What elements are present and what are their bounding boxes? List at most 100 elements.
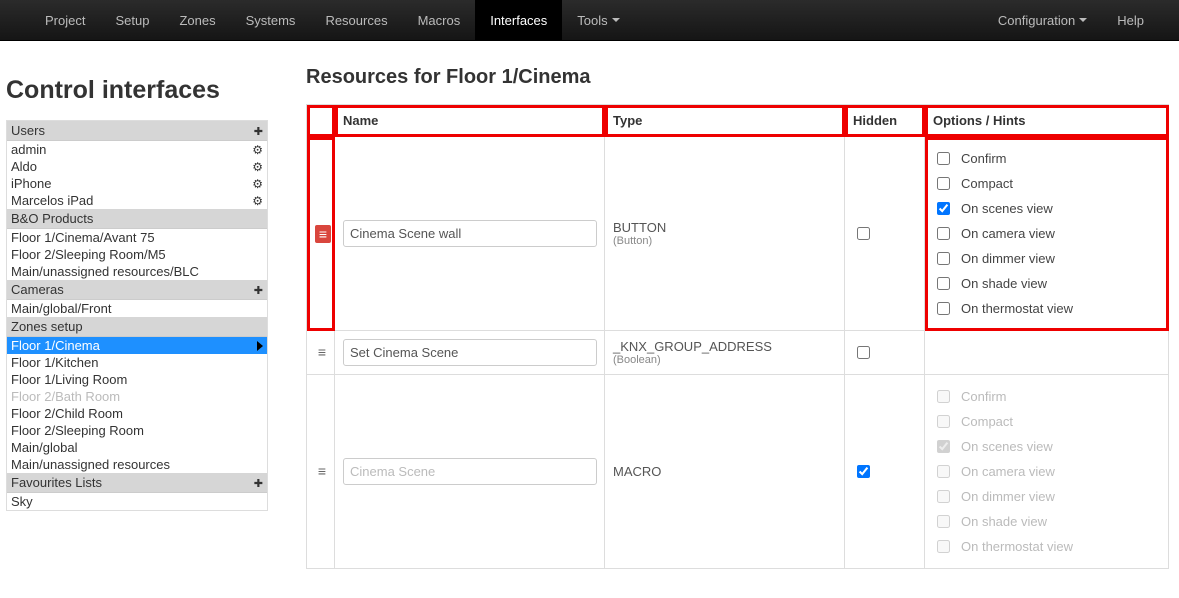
hidden-checkbox[interactable] — [857, 465, 870, 478]
option-checkbox — [937, 465, 950, 478]
option-checkbox[interactable] — [937, 302, 950, 315]
tree-section-header[interactable]: Cameras — [7, 280, 267, 300]
hidden-checkbox[interactable] — [857, 227, 870, 240]
arrow-right-icon — [257, 341, 263, 351]
option-label: On thermostat view — [961, 301, 1073, 316]
option-row[interactable]: On camera view — [933, 224, 1160, 243]
gear-icon[interactable] — [252, 176, 263, 191]
nav-item-label: Zones — [179, 13, 215, 28]
option-checkbox[interactable] — [937, 202, 950, 215]
nav-item-systems[interactable]: Systems — [231, 0, 311, 40]
option-checkbox — [937, 415, 950, 428]
option-row[interactable]: On shade view — [933, 512, 1160, 531]
tree-section-header[interactable]: B&O Products — [7, 209, 267, 229]
option-row[interactable]: On shade view — [933, 274, 1160, 293]
option-checkbox[interactable] — [937, 177, 950, 190]
tree-section-header[interactable]: Favourites Lists — [7, 473, 267, 493]
option-label: On camera view — [961, 464, 1055, 479]
drag-handle-icon[interactable]: ≡ — [315, 464, 329, 478]
plus-icon[interactable] — [254, 282, 263, 297]
resource-name-input[interactable] — [343, 220, 597, 247]
drag-handle-icon[interactable]: ≡ — [315, 225, 331, 243]
chevron-down-icon — [612, 18, 620, 22]
resource-type: MACRO — [613, 464, 836, 479]
option-label: Confirm — [961, 151, 1007, 166]
tree-item[interactable]: Marcelos iPad — [7, 192, 267, 209]
option-checkbox — [937, 390, 950, 403]
tree-item[interactable]: Floor 1/Living Room — [7, 371, 267, 388]
tree-item-label: Floor 2/Bath Room — [11, 389, 120, 404]
option-row[interactable]: On scenes view — [933, 437, 1160, 456]
tree-item[interactable]: Floor 1/Cinema/Avant 75 — [7, 229, 267, 246]
tree-item-label: Sky — [11, 494, 33, 509]
tree-item[interactable]: Floor 2/Bath Room — [7, 388, 267, 405]
tree-item[interactable]: Floor 1/Kitchen — [7, 354, 267, 371]
tree-item[interactable]: Floor 2/Child Room — [7, 405, 267, 422]
tree-item[interactable]: Aldo — [7, 158, 267, 175]
nav-item-resources[interactable]: Resources — [310, 0, 402, 40]
option-row[interactable]: Compact — [933, 412, 1160, 431]
nav-item-tools[interactable]: Tools — [562, 0, 634, 40]
tree-item-label: Marcelos iPad — [11, 193, 93, 208]
tree-item-label: Floor 1/Cinema/Avant 75 — [11, 230, 155, 245]
gear-icon[interactable] — [252, 142, 263, 157]
option-row[interactable]: On thermostat view — [933, 537, 1160, 556]
nav-item-project[interactable]: Project — [30, 0, 100, 40]
option-checkbox — [937, 540, 950, 553]
tree-item[interactable]: Sky — [7, 493, 267, 510]
tree-item-label: admin — [11, 142, 46, 157]
option-row[interactable]: On thermostat view — [933, 299, 1160, 318]
tree-item-label: Floor 2/Sleeping Room/M5 — [11, 247, 166, 262]
option-row[interactable]: On camera view — [933, 462, 1160, 481]
sidebar: Control interfaces UsersadminAldoiPhoneM… — [0, 41, 276, 511]
nav-item-setup[interactable]: Setup — [100, 0, 164, 40]
drag-handle-icon[interactable]: ≡ — [315, 345, 329, 359]
hidden-checkbox[interactable] — [857, 346, 870, 359]
tree-section-header[interactable]: Users — [7, 121, 267, 141]
option-row[interactable]: On dimmer view — [933, 487, 1160, 506]
tree-item-label: Floor 2/Sleeping Room — [11, 423, 144, 438]
nav-item-label: Macros — [418, 13, 461, 28]
tree-item[interactable]: Floor 1/Cinema — [7, 337, 267, 354]
nav-configuration[interactable]: Configuration — [983, 0, 1102, 40]
tree-item[interactable]: admin — [7, 141, 267, 158]
tree-item[interactable]: Main/global/Front — [7, 300, 267, 317]
tree-item-label: Floor 1/Living Room — [11, 372, 127, 387]
resource-name-input[interactable] — [343, 458, 597, 485]
tree-item-label: Floor 1/Cinema — [11, 338, 100, 353]
tree-item[interactable]: Main/unassigned resources/BLC — [7, 263, 267, 280]
plus-icon[interactable] — [254, 475, 263, 490]
option-checkbox[interactable] — [937, 152, 950, 165]
option-row[interactable]: On dimmer view — [933, 249, 1160, 268]
option-row[interactable]: Confirm — [933, 149, 1160, 168]
option-row[interactable]: On scenes view — [933, 199, 1160, 218]
tree-section-label: Zones setup — [11, 319, 83, 334]
nav-help[interactable]: Help — [1102, 0, 1159, 40]
option-row[interactable]: Compact — [933, 174, 1160, 193]
tree-item[interactable]: Floor 2/Sleeping Room/M5 — [7, 246, 267, 263]
tree-item[interactable]: iPhone — [7, 175, 267, 192]
chevron-down-icon — [1079, 18, 1087, 22]
nav-item-zones[interactable]: Zones — [164, 0, 230, 40]
option-label: Confirm — [961, 389, 1007, 404]
nav-item-label: Systems — [246, 13, 296, 28]
nav-item-interfaces[interactable]: Interfaces — [475, 0, 562, 40]
col-options-header: Options / Hints — [925, 105, 1169, 137]
option-checkbox[interactable] — [937, 277, 950, 290]
tree-item[interactable]: Floor 2/Sleeping Room — [7, 422, 267, 439]
tree-section-header[interactable]: Zones setup — [7, 317, 267, 337]
tree-section-label: Favourites Lists — [11, 475, 102, 490]
option-row[interactable]: Confirm — [933, 387, 1160, 406]
tree-item[interactable]: Main/unassigned resources — [7, 456, 267, 473]
gear-icon[interactable] — [252, 159, 263, 174]
option-checkbox[interactable] — [937, 227, 950, 240]
option-checkbox[interactable] — [937, 252, 950, 265]
resource-name-input[interactable] — [343, 339, 597, 366]
option-checkbox — [937, 440, 950, 453]
content-area: Resources for Floor 1/Cinema Name Type H… — [276, 41, 1179, 579]
plus-icon[interactable] — [254, 123, 263, 138]
nav-item-macros[interactable]: Macros — [403, 0, 476, 40]
col-handle-header — [307, 105, 335, 137]
tree-item[interactable]: Main/global — [7, 439, 267, 456]
gear-icon[interactable] — [252, 193, 263, 208]
